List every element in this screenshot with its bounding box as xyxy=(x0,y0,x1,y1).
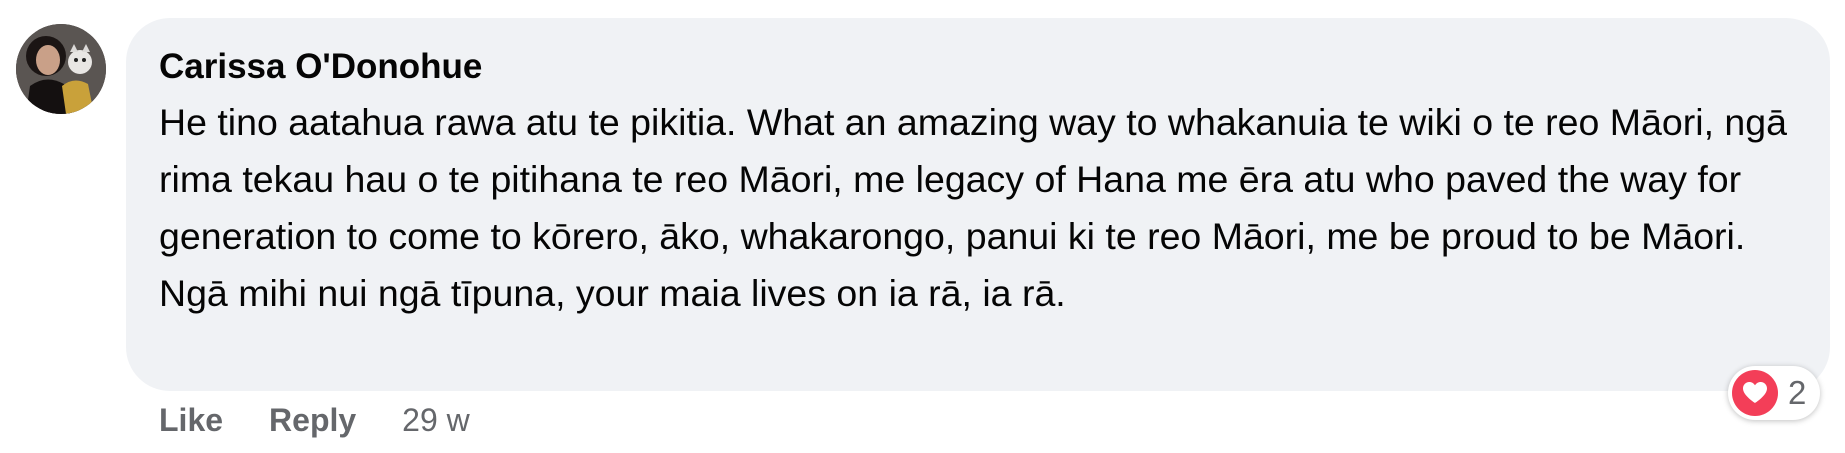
reaction-count: 2 xyxy=(1788,374,1807,411)
like-button[interactable]: Like xyxy=(159,402,223,439)
avatar[interactable] xyxy=(16,24,106,114)
reaction-badge[interactable]: 2 xyxy=(1728,366,1821,420)
comment-text: He tino aatahua rawa atu te pikitia. Wha… xyxy=(159,101,1787,314)
heart-icon xyxy=(1732,370,1778,416)
comment-actions: Like Reply 29 w xyxy=(159,396,470,444)
avatar-image xyxy=(16,24,106,114)
comment-author[interactable]: Carissa O'Donohue xyxy=(159,46,1790,88)
comment-bubble: Carissa O'Donohue He tino aatahua rawa a… xyxy=(126,18,1830,391)
reply-button[interactable]: Reply xyxy=(269,402,356,439)
comment-timestamp[interactable]: 29 w xyxy=(402,402,470,439)
